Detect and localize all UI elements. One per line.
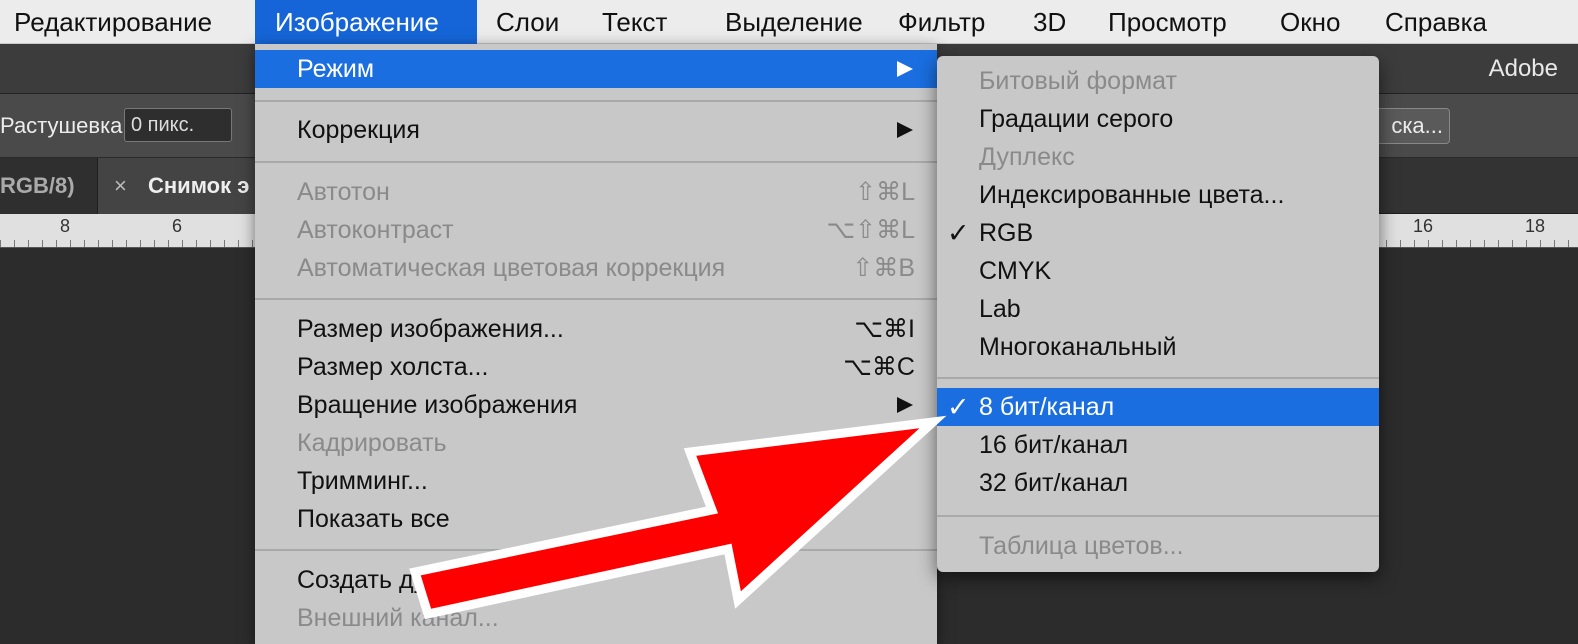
- menu-item-label: Вращение изображения: [297, 391, 578, 419]
- menu-item-label: Создать дубликат...: [297, 566, 523, 594]
- menu-item-duplicate[interactable]: Создать дубликат...: [255, 561, 937, 599]
- menu-item-mode[interactable]: Режим: [255, 50, 937, 88]
- menu-item-adjustments[interactable]: Коррекция: [255, 111, 937, 149]
- submenu-item-label: Lab: [979, 295, 1021, 323]
- submenu-item-rgb[interactable]: ✓ RGB: [937, 214, 1379, 252]
- ruler-tick-label: 8: [60, 216, 71, 236]
- menu-item-label: Коррекция: [297, 116, 420, 144]
- submenu-arrow-icon: [897, 61, 913, 77]
- ruler-tick-label: 16: [1413, 216, 1434, 236]
- menubar-select[interactable]: Выделение: [725, 0, 863, 44]
- image-menu: Режим Коррекция Автотон ⇧⌘L Автоконтраст…: [255, 44, 937, 644]
- checkmark-icon: ✓: [947, 218, 970, 248]
- submenu-item-color-table[interactable]: Таблица цветов...: [937, 527, 1379, 565]
- menu-item-label: Автоконтраст: [297, 216, 454, 244]
- menubar-layers[interactable]: Слои: [496, 0, 559, 44]
- submenu-arrow-icon: [897, 122, 913, 138]
- submenu-item-cmyk[interactable]: CMYK: [937, 252, 1379, 290]
- app-title: Adobe: [1488, 55, 1558, 82]
- menu-separator: [255, 549, 937, 551]
- menu-item-label: Автоматическая цветовая коррекция: [297, 254, 726, 282]
- menubar-help[interactable]: Справка: [1385, 0, 1487, 44]
- submenu-item-label: Дуплекс: [979, 143, 1075, 171]
- submenu-item-label: Битовый формат: [979, 67, 1177, 95]
- submenu-item-lab[interactable]: Lab: [937, 290, 1379, 328]
- menu-item-label: Размер изображения...: [297, 315, 564, 343]
- close-icon[interactable]: ×: [114, 158, 127, 214]
- menu-item-auto-contrast[interactable]: Автоконтраст ⌥⇧⌘L: [255, 211, 937, 249]
- menubar-window[interactable]: Окно: [1280, 0, 1340, 44]
- menubar-image[interactable]: Изображение: [255, 0, 477, 44]
- checkmark-icon: ✓: [947, 392, 970, 422]
- menu-bar: Редактирование Изображение Слои Текст Вы…: [0, 0, 1578, 44]
- document-tab-label: Снимок э: [148, 173, 250, 198]
- menu-item-label: Автотон: [297, 178, 390, 206]
- menu-separator: [255, 100, 937, 102]
- menu-item-label: Внешний канал...: [297, 604, 499, 632]
- submenu-separator: [937, 377, 1379, 379]
- menu-item-shortcut: ⇧⌘L: [855, 178, 915, 206]
- document-tab-label: RGB/8): [0, 173, 75, 198]
- submenu-item-bitmap[interactable]: Битовый формат: [937, 62, 1379, 100]
- submenu-item-label: Таблица цветов...: [979, 532, 1184, 560]
- submenu-item-label: 8 бит/канал: [979, 393, 1115, 421]
- menu-item-shortcut: ⌥⌘I: [854, 315, 915, 343]
- submenu-item-label: 32 бит/канал: [979, 469, 1129, 497]
- submenu-item-label: CMYK: [979, 257, 1052, 285]
- menu-separator: [255, 298, 937, 300]
- menu-item-label: Режим: [297, 55, 375, 83]
- menu-item-shortcut: ⌥⌘C: [843, 353, 915, 381]
- menubar-3d[interactable]: 3D: [1033, 0, 1066, 44]
- menu-item-trim[interactable]: Тримминг...: [255, 462, 937, 500]
- mode-submenu: Битовый формат Градации серого Дуплекс И…: [937, 56, 1379, 572]
- feather-input[interactable]: 0 пикс.: [124, 108, 232, 142]
- submenu-item-multichannel[interactable]: Многоканальный: [937, 328, 1379, 366]
- ruler-tick-label: 6: [172, 216, 183, 236]
- submenu-item-label: Градации серого: [979, 105, 1174, 133]
- menu-item-auto-color[interactable]: Автоматическая цветовая коррекция ⇧⌘B: [255, 249, 937, 287]
- menu-item-reveal-all[interactable]: Показать все: [255, 500, 937, 538]
- menu-item-image-size[interactable]: Размер изображения... ⌥⌘I: [255, 310, 937, 348]
- menu-item-shortcut: ⇧⌘B: [852, 254, 915, 282]
- menu-item-canvas-size[interactable]: Размер холста... ⌥⌘C: [255, 348, 937, 386]
- menu-separator: [255, 161, 937, 163]
- menu-item-crop[interactable]: Кадрировать: [255, 424, 937, 462]
- submenu-item-grayscale[interactable]: Градации серого: [937, 100, 1379, 138]
- submenu-item-label: 16 бит/канал: [979, 431, 1129, 459]
- menubar-filter[interactable]: Фильтр: [898, 0, 985, 44]
- menu-item-auto-tone[interactable]: Автотон ⇧⌘L: [255, 173, 937, 211]
- submenu-separator: [937, 515, 1379, 517]
- submenu-item-32-bit[interactable]: 32 бит/канал: [937, 464, 1379, 502]
- document-tab-inactive[interactable]: RGB/8): [0, 158, 98, 214]
- submenu-item-label: Индексированные цвета...: [979, 181, 1285, 209]
- menu-item-label: Показать все: [297, 505, 450, 533]
- menubar-text[interactable]: Текст: [602, 0, 667, 44]
- ruler-tick-label: 18: [1525, 216, 1546, 236]
- submenu-item-indexed-color[interactable]: Индексированные цвета...: [937, 176, 1379, 214]
- menubar-view[interactable]: Просмотр: [1108, 0, 1227, 44]
- menu-item-label: Размер холста...: [297, 353, 489, 381]
- menu-item-shortcut: ⌥⇧⌘L: [826, 216, 915, 244]
- submenu-item-label: RGB: [979, 219, 1034, 247]
- document-tab-active[interactable]: × Снимок э: [98, 158, 278, 214]
- submenu-item-8-bit[interactable]: ✓ 8 бит/канал: [937, 388, 1379, 426]
- submenu-arrow-icon: [897, 397, 913, 413]
- menu-item-image-rotation[interactable]: Вращение изображения: [255, 386, 937, 424]
- submenu-item-16-bit[interactable]: 16 бит/канал: [937, 426, 1379, 464]
- feather-label: Растушевка:: [0, 113, 129, 138]
- menu-item-label: Кадрировать: [297, 429, 447, 457]
- menubar-edit[interactable]: Редактирование: [14, 0, 212, 44]
- submenu-item-duotone[interactable]: Дуплекс: [937, 138, 1379, 176]
- submenu-item-label: Многоканальный: [979, 333, 1177, 361]
- menu-item-label: Тримминг...: [297, 467, 428, 495]
- menu-item-apply-image[interactable]: Внешний канал...: [255, 599, 937, 637]
